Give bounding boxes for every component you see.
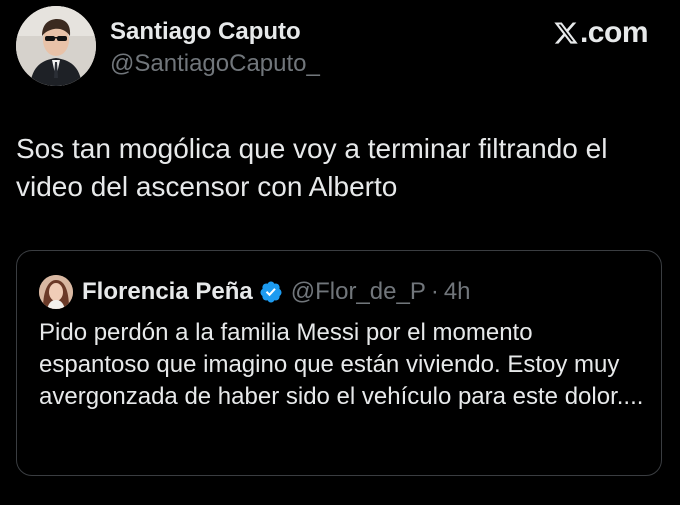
- verified-badge-icon: [260, 281, 282, 303]
- quoted-author-name[interactable]: Florencia Peña: [82, 278, 253, 306]
- quoted-author-avatar[interactable]: [39, 275, 73, 309]
- quoted-tweet-card[interactable]: Florencia Peña @Flor_de_P · 4h Pido perd…: [16, 250, 662, 476]
- tweet-text: Sos tan mogólica que voy a terminar filt…: [16, 133, 608, 202]
- author-name[interactable]: Santiago Caputo: [110, 18, 320, 46]
- tweet-header: Santiago Caputo @SantiagoCaputo_ .com: [16, 6, 664, 86]
- separator-dot: ·: [430, 278, 439, 305]
- author-block: Santiago Caputo @SantiagoCaputo_: [110, 18, 320, 80]
- quoted-tweet-text: Pido perdón a la familia Messi por el mo…: [39, 319, 644, 410]
- quoted-author-handle[interactable]: @Flor_de_P: [291, 278, 426, 306]
- quoted-avatar-image: [39, 275, 73, 309]
- avatar-image: [16, 6, 96, 86]
- author-avatar[interactable]: [16, 6, 96, 86]
- author-handle[interactable]: @SantiagoCaputo_: [110, 48, 320, 80]
- quoted-tweet-header: Florencia Peña @Flor_de_P · 4h: [39, 275, 471, 309]
- brand-domain: .com: [579, 16, 649, 49]
- quoted-timestamp[interactable]: 4h: [444, 278, 471, 306]
- brand-logo: .com: [553, 16, 649, 50]
- x-logo-icon: [554, 22, 578, 44]
